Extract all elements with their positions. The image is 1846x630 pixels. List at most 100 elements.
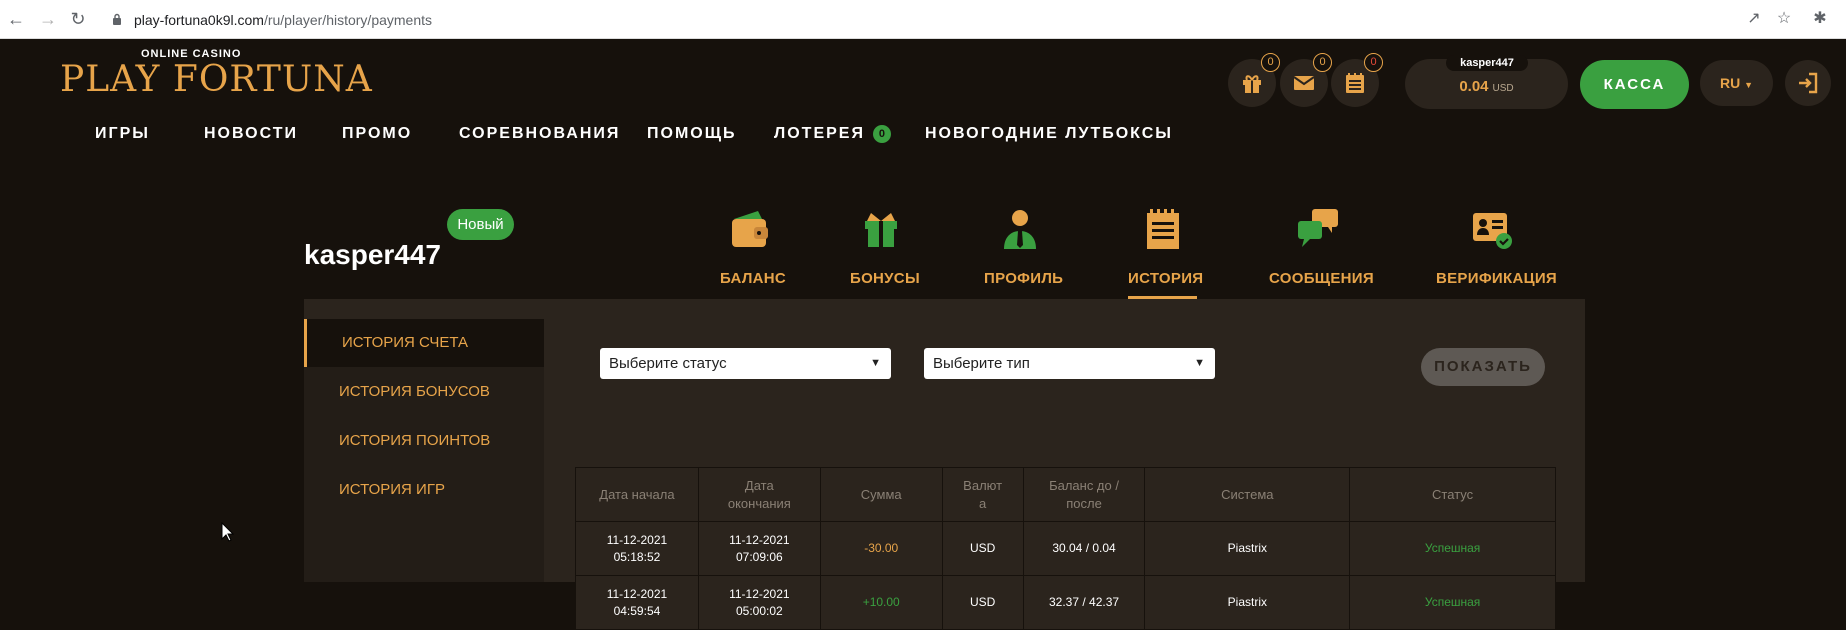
language-label: RU — [1719, 75, 1741, 91]
url-text: play-fortuna0k9l.com/ru/player/history/p… — [134, 12, 432, 28]
notes-count-badge: 0 — [1364, 53, 1383, 72]
cell-end-date: 11-12-2021 07:09:06 — [697, 521, 821, 576]
cell-balance: 30.04 / 0.04 — [1022, 521, 1146, 576]
history-table: Дата начала Дата окончания Сумма Валют а Б… — [575, 467, 1556, 630]
back-icon[interactable]: ← — [5, 8, 27, 30]
gifts-button[interactable]: 0 — [1228, 53, 1280, 107]
address-bar[interactable]: play-fortuna0k9l.com/ru/player/history/p… — [100, 4, 1800, 34]
tab-messages-label: СООБЩЕНИЯ — [1269, 270, 1374, 287]
nav-item-lootboxes[interactable]: НОВОГОДНИЕ ЛУТБОКСЫ — [925, 125, 1173, 143]
forward-icon[interactable]: → — [37, 8, 59, 30]
logout-button[interactable] — [1785, 60, 1831, 106]
status-select[interactable]: Выберите статус ▼ — [600, 348, 891, 379]
url-domain: play-fortuna0k9l.com — [134, 12, 264, 28]
cell-currency: USD — [941, 521, 1024, 576]
start-time: 04:59:54 — [613, 603, 661, 618]
col-header-currency-line1: Валют — [963, 477, 1003, 493]
notes-button[interactable]: 0 — [1331, 53, 1383, 107]
cell-end-date: 11-12-2021 05:00:02 — [697, 575, 821, 630]
logo[interactable]: PLAY FORTUNA — [60, 59, 373, 100]
balance-value: 0.04 — [1459, 78, 1489, 95]
tab-verification-label: ВЕРИФИКАЦИЯ — [1436, 270, 1558, 287]
col-header-status: Статус — [1349, 467, 1556, 522]
gift-count-badge: 0 — [1261, 53, 1280, 72]
tab-verification[interactable]: ВЕРИФИКАЦИЯ — [1436, 205, 1558, 287]
show-button[interactable]: ПОКАЗАТЬ — [1421, 348, 1545, 386]
end-time: 07:09:06 — [735, 549, 783, 564]
tab-bonuses[interactable]: БОНУСЫ — [850, 205, 920, 287]
header-username: kasper447 — [1446, 55, 1528, 71]
url-path: /ru/player/history/payments — [263, 12, 433, 28]
nav-item-news[interactable]: НОВОСТИ — [204, 125, 298, 143]
col-header-amount: Сумма — [819, 467, 943, 522]
table-header-row: Дата начала Дата окончания Сумма Валют а Б… — [575, 467, 1556, 522]
wallet-icon — [732, 211, 768, 247]
status-select-value: Выберите статус — [609, 355, 727, 372]
mail-count-badge: 0 — [1313, 53, 1332, 72]
language-select[interactable]: RU ▼ — [1700, 60, 1773, 106]
cell-balance: 32.37 / 42.37 — [1022, 575, 1146, 630]
balance-currency: USD — [1492, 83, 1514, 94]
tab-balance-label: БАЛАНС — [720, 270, 787, 287]
chevron-down-icon: ▼ — [1744, 80, 1754, 90]
start-date: 11-12-2021 — [606, 586, 668, 601]
nav-item-help[interactable]: ПОМОЩЬ — [647, 125, 737, 143]
col-header-balance-line1: Баланс до / — [1049, 477, 1119, 493]
status-badge: Новый — [447, 209, 514, 240]
table-row: 11-12-2021 04:59:54 11-12-2021 05:00:02 +1… — [575, 575, 1556, 630]
cell-system: Piastrix — [1144, 521, 1351, 576]
gift-icon — [1243, 75, 1261, 93]
start-time: 05:18:52 — [613, 549, 661, 564]
tab-profile-label: ПРОФИЛЬ — [984, 270, 1064, 287]
tab-history-label: ИСТОРИЯ — [1128, 270, 1204, 287]
tab-bonuses-label: БОНУСЫ — [850, 270, 920, 287]
tab-history[interactable]: ИСТОРИЯ — [1128, 205, 1204, 299]
col-header-amount-label: Сумма — [860, 486, 902, 502]
messages-button[interactable]: 0 — [1280, 53, 1332, 107]
side-item-games-history[interactable]: ИСТОРИЯ ИГР — [304, 466, 544, 514]
side-item-bonus-history[interactable]: ИСТОРИЯ БОНУСОВ — [304, 368, 544, 416]
tab-balance[interactable]: БАЛАНС — [720, 205, 787, 287]
end-time: 05:00:02 — [735, 603, 783, 618]
col-header-balance: Баланс до / после — [1022, 467, 1146, 522]
share-icon[interactable]: ↗ — [1744, 9, 1764, 29]
type-select[interactable]: Выберите тип ▼ — [924, 348, 1215, 379]
bookmark-star-icon[interactable]: ☆ — [1774, 9, 1794, 29]
notepad-icon — [1146, 209, 1179, 249]
end-date: 11-12-2021 — [729, 586, 790, 601]
id-card-check-icon — [1473, 213, 1512, 249]
cell-amount: -30.00 — [819, 521, 943, 576]
reload-icon[interactable]: ↻ — [67, 8, 89, 30]
cell-start-date: 11-12-2021 05:18:52 — [575, 521, 699, 576]
history-panel: ИСТОРИЯ СЧЕТА ИСТОРИЯ БОНУСОВ ИСТОРИЯ ПО… — [304, 299, 1585, 630]
tab-profile[interactable]: ПРОФИЛЬ — [984, 205, 1064, 287]
nav-item-games[interactable]: ИГРЫ — [95, 125, 150, 143]
balance-widget[interactable]: kasper447 0.04 USD — [1405, 55, 1568, 109]
type-select-value: Выберите тип — [933, 355, 1030, 372]
cell-status: Успешная — [1349, 521, 1556, 576]
tab-messages[interactable]: СООБЩЕНИЯ — [1269, 205, 1374, 287]
col-header-system: Система — [1144, 467, 1351, 522]
side-item-account-history[interactable]: ИСТОРИЯ СЧЕТА — [304, 319, 544, 367]
col-header-status-label: Статус — [1432, 486, 1474, 502]
nav-item-competitions[interactable]: СОРЕВНОВАНИЯ — [459, 125, 620, 143]
side-item-points-history[interactable]: ИСТОРИЯ ПОИНТОВ — [304, 417, 544, 465]
site-page: ONLINE CASINO PLAY FORTUNA 0 0 0 kasper4… — [0, 39, 1846, 630]
nav-item-lottery[interactable]: ЛОТЕРЕЯ 0 — [774, 125, 891, 143]
col-header-end-date: Дата окончания — [697, 467, 821, 522]
kassa-button[interactable]: КАССА — [1580, 60, 1689, 109]
col-header-system-label: Система — [1221, 486, 1274, 502]
cell-system: Piastrix — [1144, 575, 1351, 630]
col-header-balance-line2: после — [1066, 495, 1102, 511]
col-header-end-date-line2: окончания — [727, 495, 791, 511]
nav-item-promo[interactable]: ПРОМО — [342, 125, 412, 143]
extensions-icon[interactable]: ✱ — [1810, 9, 1830, 29]
col-header-currency-line2: а — [979, 495, 987, 511]
balance-amount: 0.04 USD — [1405, 78, 1568, 95]
browser-toolbar: ← → ↻ play-fortuna0k9l.com/ru/player/his… — [0, 0, 1846, 39]
cell-amount: +10.00 — [819, 575, 943, 630]
lottery-count-badge: 0 — [872, 125, 891, 143]
gift-box-icon — [865, 213, 897, 247]
user-icon — [1004, 210, 1036, 249]
profile-username: kasper447 — [304, 239, 442, 270]
